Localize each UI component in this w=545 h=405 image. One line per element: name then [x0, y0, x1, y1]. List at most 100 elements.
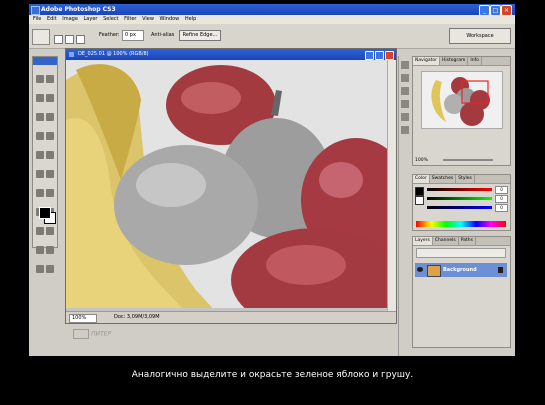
fruit-image — [66, 60, 396, 312]
lasso-tool-icon[interactable] — [36, 94, 44, 102]
gradient-tool-icon[interactable] — [46, 170, 54, 178]
color-tabs: Color Swatches Styles — [413, 175, 510, 184]
green-value[interactable]: 0 — [495, 195, 508, 203]
color-foreground-swatch[interactable] — [415, 187, 424, 196]
brushes-panel-icon[interactable] — [401, 87, 409, 95]
doc-maximize-icon[interactable] — [375, 51, 384, 60]
marquee-tool-icon[interactable] — [46, 75, 54, 83]
clone-stamp-tool-icon[interactable] — [36, 151, 44, 159]
publisher-logo-icon — [73, 329, 89, 339]
shape-tool-icon[interactable] — [46, 227, 54, 235]
menu-edit[interactable]: Edit — [47, 16, 57, 22]
blend-mode-select[interactable] — [416, 248, 506, 258]
doc-close-icon[interactable] — [385, 51, 394, 60]
menu-help[interactable]: Help — [185, 16, 196, 22]
tab-layers[interactable]: Layers — [413, 237, 433, 245]
navigator-zoom-slider[interactable] — [443, 159, 493, 161]
tab-histogram[interactable]: Histogram — [440, 57, 469, 65]
slice-tool-icon[interactable] — [46, 113, 54, 121]
navigator-thumbnail[interactable] — [421, 71, 503, 129]
blur-tool-icon[interactable] — [36, 189, 44, 197]
tab-styles[interactable]: Styles — [456, 175, 475, 183]
menu-view[interactable]: View — [142, 16, 154, 22]
antialias-checkbox[interactable]: Anti-alias — [151, 32, 174, 38]
menu-image[interactable]: Image — [62, 16, 78, 22]
document-status-bar: 100% Doc: 3,09M/3,09M — [66, 311, 396, 323]
document-icon — [69, 52, 74, 57]
color-background-swatch[interactable] — [415, 196, 424, 205]
doc-minimize-icon[interactable] — [365, 51, 374, 60]
color-spectrum-bar[interactable] — [416, 221, 506, 227]
layer-name: Background — [443, 267, 477, 273]
toolbox — [32, 56, 58, 273]
visibility-eye-icon[interactable] — [417, 267, 423, 272]
subtitle-caption: Аналогично выделите и окрасьте зеленое я… — [131, 370, 414, 380]
tool-presets-panel-icon[interactable] — [401, 100, 409, 108]
doc-size-info: Doc: 3,09M/3,09M — [114, 314, 160, 320]
blue-value[interactable]: 0 — [495, 204, 508, 212]
tool-grid — [35, 69, 55, 278]
tab-navigator[interactable]: Navigator — [413, 57, 441, 65]
toolbox-header — [33, 57, 57, 65]
blue-slider[interactable] — [427, 206, 492, 209]
history-brush-tool-icon[interactable] — [46, 151, 54, 159]
photoshop-window: Adobe Photoshop CS3 _ □ × File Edit Imag… — [29, 4, 515, 356]
navigator-zoom-value[interactable]: 100% — [415, 158, 428, 163]
navigator-panel: Navigator Histogram Info 100% — [412, 56, 511, 166]
tab-paths[interactable]: Paths — [459, 237, 476, 245]
lock-icon — [498, 267, 503, 273]
selection-mode-buttons[interactable] — [53, 30, 89, 44]
title-bar: Adobe Photoshop CS3 _ □ × — [29, 4, 515, 16]
tab-color[interactable]: Color — [413, 175, 430, 183]
menu-layer[interactable]: Layer — [84, 16, 98, 22]
eyedropper-tool-icon[interactable] — [46, 246, 54, 254]
vertical-scrollbar[interactable] — [387, 60, 396, 312]
menu-filter[interactable]: Filter — [124, 16, 136, 22]
menu-bar: File Edit Image Layer Select Filter View… — [29, 15, 515, 24]
history-panel-icon[interactable] — [401, 61, 409, 69]
options-bar: Feather: 0 px Anti-alias Refine Edge... … — [29, 24, 515, 49]
zoom-tool-icon[interactable] — [46, 265, 54, 273]
eraser-tool-icon[interactable] — [36, 170, 44, 178]
tab-swatches[interactable]: Swatches — [430, 175, 457, 183]
collapsed-panel-strip — [398, 56, 411, 356]
quick-select-tool-icon[interactable] — [46, 94, 54, 102]
notes-tool-icon[interactable] — [36, 246, 44, 254]
layers-panel: Layers Channels Paths Background — [412, 236, 511, 348]
red-slider[interactable] — [427, 188, 492, 191]
app-icon — [31, 6, 40, 15]
tab-channels[interactable]: Channels — [433, 237, 459, 245]
path-select-tool-icon[interactable] — [36, 227, 44, 235]
refine-edge-button[interactable]: Refine Edge... — [179, 30, 221, 41]
green-slider[interactable] — [427, 197, 492, 200]
color-panel: Color Swatches Styles 0 0 0 — [412, 174, 511, 231]
layers-tabs: Layers Channels Paths — [413, 237, 510, 246]
zoom-level-field[interactable]: 100% — [69, 314, 97, 323]
tab-info[interactable]: Info — [468, 57, 482, 65]
image-canvas[interactable] — [66, 60, 396, 312]
workspace-button[interactable]: Workspace — [449, 28, 511, 44]
brush-tool-icon[interactable] — [46, 132, 54, 140]
feather-label: Feather: — [99, 32, 120, 38]
menu-file[interactable]: File — [33, 16, 41, 22]
crop-tool-icon[interactable] — [36, 113, 44, 121]
menu-select[interactable]: Select — [103, 16, 118, 22]
window-title: Adobe Photoshop CS3 — [41, 6, 116, 13]
lasso-tool-preset-icon[interactable] — [32, 29, 50, 45]
foreground-color-swatch[interactable] — [39, 207, 51, 219]
move-tool-icon[interactable] — [36, 75, 44, 83]
actions-panel-icon[interactable] — [401, 74, 409, 82]
red-value[interactable]: 0 — [495, 186, 508, 194]
hand-tool-icon[interactable] — [36, 265, 44, 273]
healing-tool-icon[interactable] — [36, 132, 44, 140]
layer-row[interactable]: Background — [415, 263, 507, 277]
feather-input[interactable]: 0 px — [122, 30, 144, 41]
watermark-text: ПИТЕР — [91, 330, 112, 338]
layer-comps-panel-icon[interactable] — [401, 113, 409, 121]
document-title-bar: DE_025.01 @ 100% (RGB/8) — [66, 49, 396, 60]
clone-source-panel-icon[interactable] — [401, 126, 409, 134]
dodge-tool-icon[interactable] — [46, 189, 54, 197]
antialias-label: Anti-alias — [151, 32, 175, 38]
publisher-watermark: ПИТЕР — [73, 329, 111, 339]
menu-window[interactable]: Window — [160, 16, 180, 22]
